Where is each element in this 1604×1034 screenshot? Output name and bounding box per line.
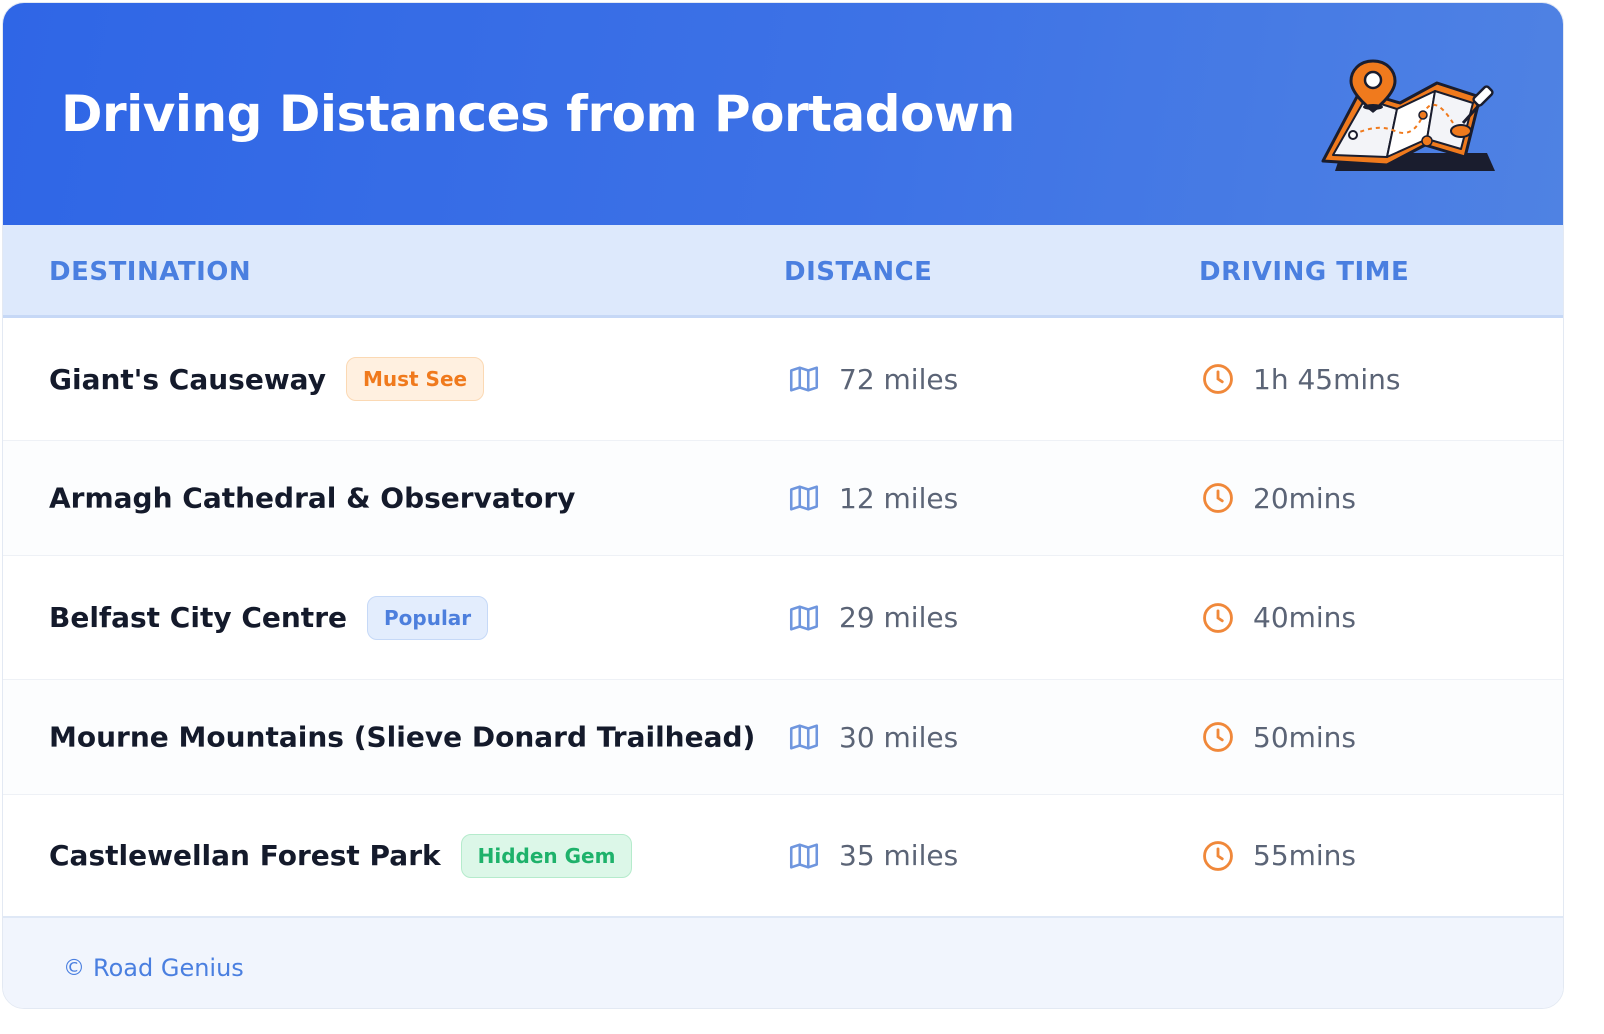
distance-value: 35 miles	[839, 839, 959, 872]
destination-name: Armagh Cathedral & Observatory	[49, 481, 576, 515]
copyright: © Road Genius	[63, 954, 244, 982]
time-value: 40mins	[1253, 601, 1357, 634]
destination-name: Belfast City Centre	[49, 601, 347, 634]
clock-icon	[1201, 481, 1235, 515]
table-row: Castlewellan Forest Park Hidden Gem 35 m…	[3, 795, 1563, 916]
destination-cell: Mourne Mountains (Slieve Donard Trailhea…	[49, 721, 755, 754]
column-header-destination: DESTINATION	[49, 257, 252, 287]
destination-name: Giant's Causeway	[49, 362, 326, 396]
time-value: 50mins	[1253, 720, 1357, 754]
destination-cell: Belfast City Centre Popular	[49, 595, 489, 640]
map-icon	[787, 362, 821, 396]
distance-cell: 29 miles	[787, 601, 958, 635]
card-footer: © Road Genius	[3, 916, 1563, 1008]
distance-cell: 35 miles	[787, 839, 958, 873]
time-cell: 55mins	[1201, 839, 1356, 873]
table-row: Giant's Causeway Must See 72 miles 1h 45…	[3, 318, 1563, 441]
destination-cell: Castlewellan Forest Park Hidden Gem	[49, 833, 633, 878]
clock-icon	[1201, 601, 1235, 635]
destination-cell: Armagh Cathedral & Observatory	[49, 482, 575, 515]
card-header: Driving Distances from Portadown	[3, 3, 1563, 225]
distance-value: 12 miles	[839, 481, 959, 515]
distance-value: 72 miles	[839, 362, 959, 396]
map-icon	[787, 839, 821, 873]
table-header: DESTINATION DISTANCE DRIVING TIME	[3, 225, 1563, 318]
table-row: Armagh Cathedral & Observatory 12 miles …	[3, 441, 1563, 556]
distance-value: 29 miles	[839, 601, 959, 634]
column-header-distance: DISTANCE	[784, 257, 933, 287]
time-cell: 20mins	[1201, 481, 1356, 515]
distance-value: 30 miles	[839, 720, 959, 754]
distance-cell: 12 miles	[787, 481, 958, 515]
column-header-driving-time: DRIVING TIME	[1199, 257, 1410, 287]
destination-name: Mourne Mountains (Slieve Donard Trailhea…	[49, 720, 756, 754]
map-icon	[787, 601, 821, 635]
time-value: 1h 45mins	[1253, 362, 1401, 396]
distance-card: Driving Distances from Portadown DESTINA…	[2, 2, 1564, 1009]
page-title: Driving Distances from Portadown	[61, 85, 1015, 143]
map-icon	[787, 481, 821, 515]
map-icon	[787, 720, 821, 754]
distance-cell: 72 miles	[787, 362, 958, 396]
clock-icon	[1201, 362, 1235, 396]
time-cell: 1h 45mins	[1201, 362, 1400, 396]
time-cell: 40mins	[1201, 601, 1356, 635]
hidden-gem-badge: Hidden Gem	[460, 833, 633, 878]
clock-icon	[1201, 720, 1235, 754]
distance-cell: 30 miles	[787, 720, 958, 754]
copyright-icon: ©	[63, 955, 85, 981]
table-row: Mourne Mountains (Slieve Donard Trailhea…	[3, 680, 1563, 795]
clock-icon	[1201, 839, 1235, 873]
table-row: Belfast City Centre Popular 29 miles 40m…	[3, 556, 1563, 680]
brand-name: Road Genius	[93, 954, 244, 982]
must-see-badge: Must See	[345, 357, 485, 401]
time-value: 20mins	[1253, 481, 1357, 515]
popular-badge: Popular	[367, 595, 489, 640]
destination-cell: Giant's Causeway Must See	[49, 357, 485, 401]
folded-map-with-pin-icon	[1321, 59, 1495, 171]
destination-name: Castlewellan Forest Park	[49, 839, 441, 872]
time-cell: 50mins	[1201, 720, 1356, 754]
time-value: 55mins	[1253, 839, 1357, 872]
